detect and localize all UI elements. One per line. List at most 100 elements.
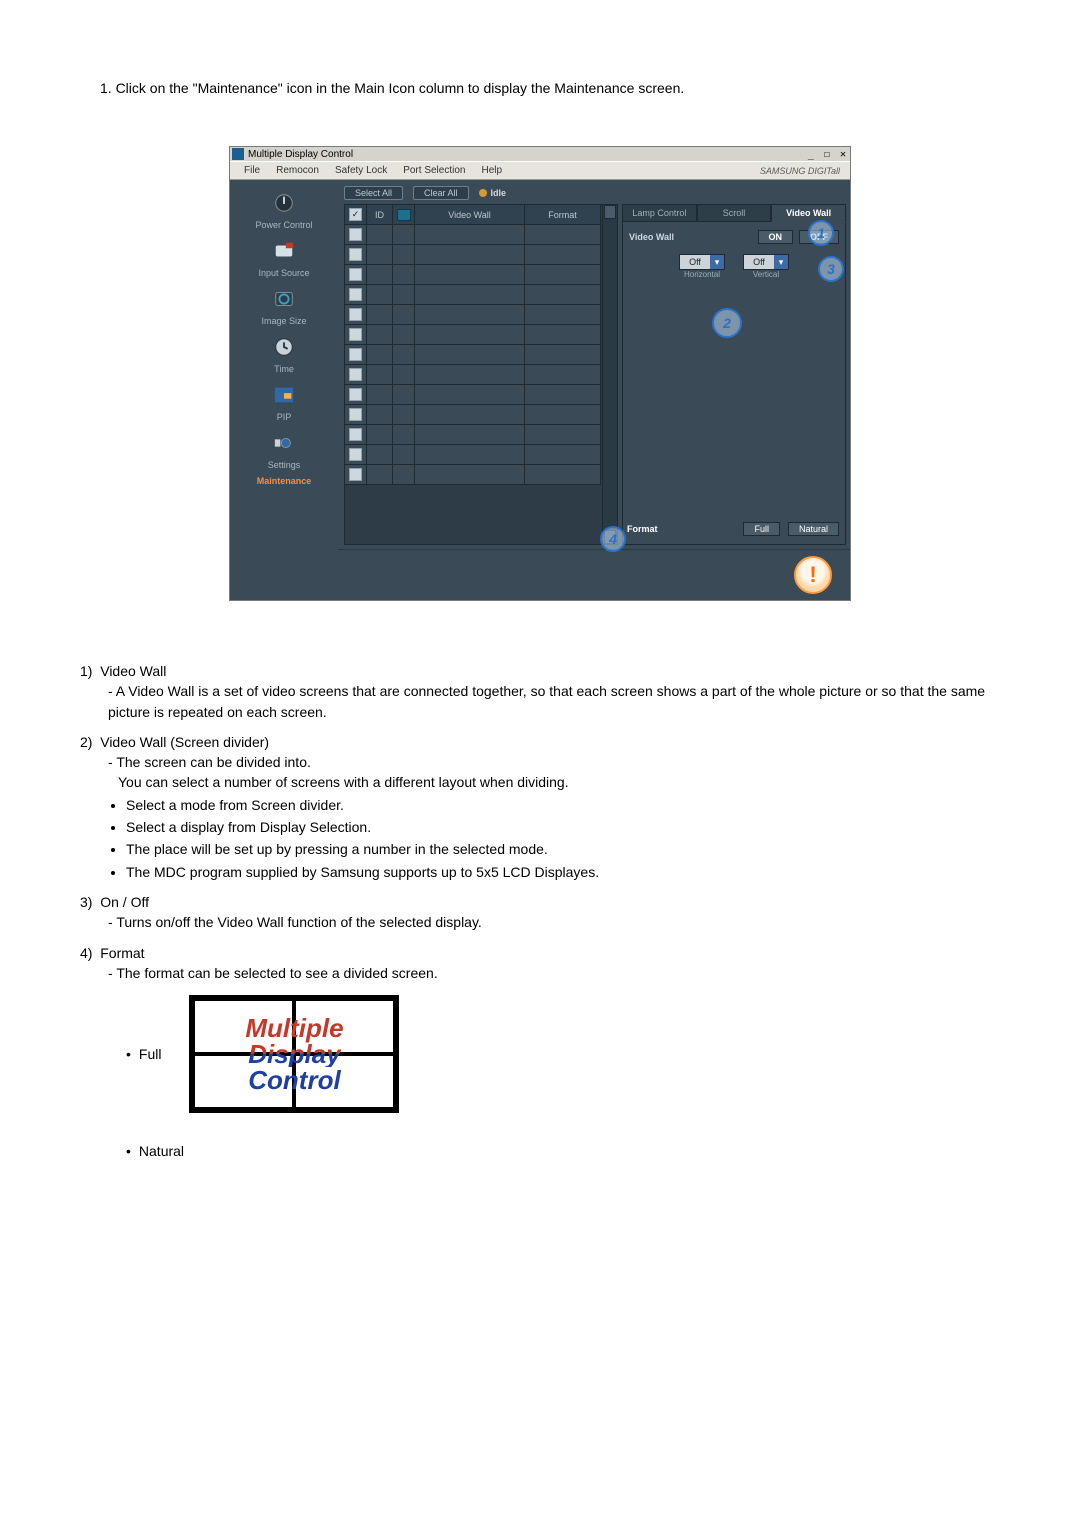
callout-1: 1 (808, 220, 834, 246)
format-example-full: Multiple Display Control (189, 995, 399, 1113)
status-bar: ! (338, 549, 850, 600)
format-example-natural-label: Natural (126, 1141, 184, 1161)
item-2-bullet: The place will be set up by pressing a n… (126, 839, 1010, 859)
item-2-number: 2) (80, 734, 92, 750)
video-wall-label: Video Wall (629, 232, 674, 242)
window-titlebar: Multiple Display Control _ ☐ ✕ (230, 147, 850, 161)
table-row[interactable] (345, 265, 602, 285)
item-1-number: 1) (80, 663, 92, 679)
callout-4: 4 (600, 526, 626, 552)
idle-dot-icon (479, 189, 487, 197)
input-source-icon (266, 236, 302, 266)
right-panel: Lamp Control Scroll Video Wall Video Wal… (622, 204, 846, 545)
horizontal-label: Horizontal (679, 270, 725, 279)
chevron-down-icon: ▾ (710, 255, 724, 269)
pip-icon (266, 380, 302, 410)
vertical-select[interactable]: Off ▾ (743, 254, 789, 270)
video-wall-on-button[interactable]: ON (758, 230, 794, 244)
callout-2: 2 (712, 308, 742, 338)
sidebar-item-label: Power Control (255, 220, 312, 230)
menu-file[interactable]: File (236, 164, 268, 177)
table-row[interactable] (345, 305, 602, 325)
item-2-bullet: Select a mode from Screen divider. (126, 795, 1010, 815)
vertical-label: Vertical (743, 270, 789, 279)
intro-step: 1. Click on the "Maintenance" icon in th… (100, 80, 1010, 96)
brand-label: SAMSUNG DIGITall (760, 166, 844, 176)
item-1-title: Video Wall (100, 663, 166, 679)
table-row[interactable] (345, 365, 602, 385)
app-icon (232, 148, 244, 160)
sidebar-item-label: Maintenance (257, 476, 312, 486)
sidebar-item-label: Input Source (258, 268, 309, 278)
item-2-desc: The screen can be divided into. (116, 754, 311, 770)
menu-safety-lock[interactable]: Safety Lock (327, 164, 395, 177)
tab-lamp-control[interactable]: Lamp Control (622, 204, 697, 222)
item-2-title: Video Wall (Screen divider) (100, 734, 269, 750)
sidebar-item-settings[interactable]: Settings (240, 428, 328, 472)
clock-icon (266, 332, 302, 362)
item-3-title: On / Off (100, 894, 149, 910)
menu-help[interactable]: Help (473, 164, 510, 177)
item-2-bullet: The MDC program supplied by Samsung supp… (126, 862, 1010, 882)
gear-icon (266, 428, 302, 458)
explanation-section: 1) Video Wall - A Video Wall is a set of… (80, 661, 1010, 1161)
format-natural-button[interactable]: Natural (788, 522, 839, 536)
window-controls[interactable]: _ ☐ ✕ (808, 149, 848, 160)
grid-scrollbar[interactable] (602, 205, 617, 544)
item-4-desc: The format can be selected to see a divi… (116, 965, 437, 981)
chevron-down-icon: ▾ (774, 255, 788, 269)
table-row[interactable] (345, 425, 602, 445)
sidebar-item-time[interactable]: Time (240, 332, 328, 376)
tab-video-wall[interactable]: Video Wall (771, 204, 846, 222)
select-all-button[interactable]: Select All (344, 186, 403, 200)
table-row[interactable] (345, 325, 602, 345)
menu-port-selection[interactable]: Port Selection (395, 164, 473, 177)
format-full-button[interactable]: Full (743, 522, 780, 536)
sidebar-item-label: PIP (277, 412, 292, 422)
image-size-icon (266, 284, 302, 314)
table-row[interactable] (345, 465, 602, 485)
warning-icon: ! (794, 556, 832, 594)
app-screenshot: Multiple Display Control _ ☐ ✕ File Remo… (229, 146, 851, 601)
col-video-wall: Video Wall (415, 205, 525, 225)
display-grid: ✓ ID Video Wall Format (344, 204, 618, 545)
horizontal-select[interactable]: Off ▾ (679, 254, 725, 270)
power-icon (266, 188, 302, 218)
idle-label: Idle (491, 188, 507, 198)
col-id: ID (367, 205, 393, 225)
sidebar-item-maintenance[interactable]: Maintenance (240, 476, 328, 488)
sidebar-item-label: Time (274, 364, 294, 374)
sidebar: Power Control Input Source Image Size (230, 180, 338, 600)
sidebar-item-image-size[interactable]: Image Size (240, 284, 328, 328)
clear-all-button[interactable]: Clear All (413, 186, 469, 200)
format-example-full-label: Full (126, 1044, 161, 1064)
idle-indicator: Idle (479, 188, 507, 198)
format-label: Format (627, 524, 658, 534)
tab-scroll[interactable]: Scroll (697, 204, 772, 222)
table-row[interactable] (345, 245, 602, 265)
sidebar-item-power-control[interactable]: Power Control (240, 188, 328, 232)
sidebar-item-pip[interactable]: PIP (240, 380, 328, 424)
item-4-number: 4) (80, 945, 92, 961)
table-row[interactable] (345, 285, 602, 305)
col-icon (393, 205, 415, 225)
callout-3: 3 (818, 256, 844, 282)
table-row[interactable] (345, 405, 602, 425)
item-3-number: 3) (80, 894, 92, 910)
table-row[interactable] (345, 385, 602, 405)
col-checkbox[interactable]: ✓ (345, 205, 367, 225)
sidebar-item-label: Image Size (261, 316, 306, 326)
table-row[interactable] (345, 225, 602, 245)
table-row[interactable] (345, 445, 602, 465)
sidebar-item-label: Settings (268, 460, 301, 470)
item-4-title: Format (100, 945, 144, 961)
sidebar-item-input-source[interactable]: Input Source (240, 236, 328, 280)
window-title: Multiple Display Control (248, 149, 353, 160)
item-2-followup: You can select a number of screens with … (118, 772, 1010, 792)
item-1-desc: A Video Wall is a set of video screens t… (108, 683, 985, 719)
item-3-desc: Turns on/off the Video Wall function of … (116, 914, 482, 930)
menu-remocon[interactable]: Remocon (268, 164, 327, 177)
item-2-bullet: Select a display from Display Selection. (126, 817, 1010, 837)
table-row[interactable] (345, 345, 602, 365)
col-format: Format (525, 205, 601, 225)
